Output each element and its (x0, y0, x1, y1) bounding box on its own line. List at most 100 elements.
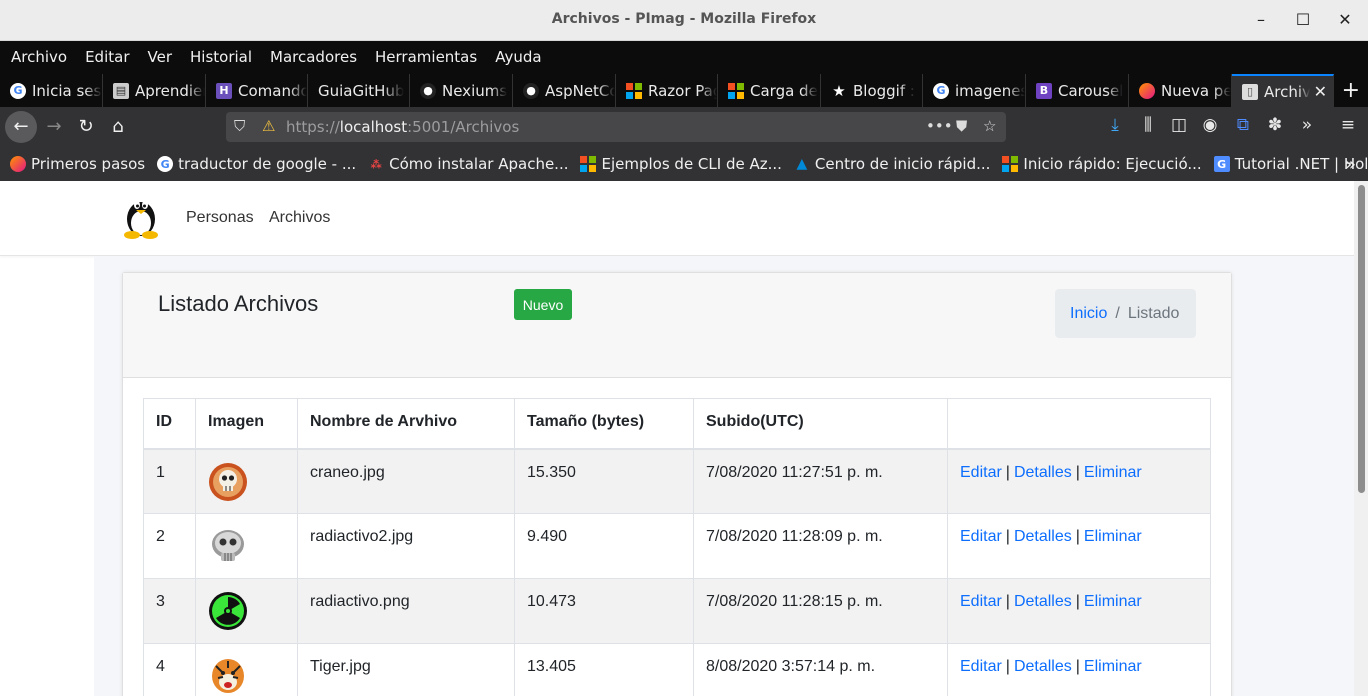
bookmark-apache[interactable]: ⁂ Cómo instalar Apache... (368, 155, 569, 173)
col-header-actions (947, 398, 1211, 450)
details-link[interactable]: Detalles (1014, 464, 1072, 481)
site-navbar: Personas Archivos (0, 181, 1354, 256)
forward-icon[interactable]: → (38, 111, 70, 143)
menu-herramientas[interactable]: Herramientas (366, 41, 486, 74)
edit-link[interactable]: Editar (960, 528, 1002, 545)
close-window-icon[interactable]: ✕ (1333, 8, 1357, 32)
google-icon: G (157, 156, 174, 172)
col-header-size: Tamaño (bytes) (514, 398, 694, 450)
bookmark-inicio-rapido[interactable]: Inicio rápido: Ejecució... (1002, 155, 1202, 173)
menu-editar[interactable]: Editar (76, 41, 138, 74)
extension-icon[interactable]: ✽ (1263, 115, 1287, 135)
hamburger-menu-icon[interactable]: ≡ (1336, 115, 1360, 135)
edit-link[interactable]: Editar (960, 658, 1002, 675)
tux-logo-icon[interactable] (120, 193, 162, 239)
account-icon[interactable]: ◉ (1198, 115, 1222, 135)
firefox-icon (1139, 82, 1155, 99)
gray-skull-thumbnail-icon[interactable] (208, 526, 248, 566)
close-tab-icon[interactable]: ✕ (1314, 82, 1327, 101)
tab-razor-pages[interactable]: Razor Pages (616, 74, 718, 107)
tab-bloggif[interactable]: ★ Bloggif : (821, 74, 923, 107)
action-separator: | (1005, 658, 1010, 675)
url-text[interactable]: https://localhost:5001/Archivos (286, 118, 519, 136)
url-prefix: https:// (286, 118, 340, 136)
details-link[interactable]: Detalles (1014, 593, 1072, 610)
nav-link-archivos[interactable]: Archivos (269, 209, 330, 227)
tab-aprendiendo[interactable]: ▤ Aprendiendo (103, 74, 206, 107)
tab-carga-de[interactable]: Carga de (718, 74, 821, 107)
cell-size: 9.490 (514, 513, 694, 579)
shield-icon[interactable]: ⛉ (234, 117, 245, 135)
scrollbar-thumb[interactable] (1358, 185, 1365, 493)
library-icon[interactable]: ⫼ (1136, 115, 1160, 135)
menu-marcadores[interactable]: Marcadores (261, 41, 366, 74)
address-bar[interactable]: ⛉ ⚠ https://localhost:5001/Archivos ••• … (226, 112, 1006, 142)
radioactive-thumbnail-icon[interactable] (208, 591, 248, 631)
tab-aspnetcore[interactable]: ● AspNetCore (513, 74, 616, 107)
bookmark-cli-az[interactable]: Ejemplos de CLI de Az... (580, 155, 782, 173)
pocket-icon[interactable]: ⛊ (956, 117, 967, 135)
book-icon: ▤ (113, 82, 129, 99)
menu-ver[interactable]: Ver (139, 41, 182, 74)
tab-imagenes[interactable]: G imagenes (923, 74, 1026, 107)
microsoft-icon (728, 82, 744, 99)
bookmark-star-icon[interactable]: ☆ (983, 117, 996, 135)
col-header-name: Nombre de Arvhivo (297, 398, 515, 450)
col-header-image: Imagen (195, 398, 298, 450)
delete-link[interactable]: Eliminar (1084, 464, 1142, 481)
reload-icon[interactable]: ↻ (70, 111, 102, 143)
details-link[interactable]: Detalles (1014, 658, 1072, 675)
overflow-icon[interactable]: » (1295, 115, 1319, 135)
page-scrollbar[interactable] (1354, 181, 1368, 696)
window-title: Archivos - PImag - Mozilla Firefox (551, 11, 817, 27)
cell-image (195, 513, 298, 579)
page-content: Personas Archivos Listado Archivos Nuevo… (0, 181, 1354, 696)
delete-link[interactable]: Eliminar (1084, 593, 1142, 610)
action-separator: | (1005, 528, 1010, 545)
edit-link[interactable]: Editar (960, 593, 1002, 610)
cell-size: 10.473 (514, 578, 694, 644)
maximize-icon[interactable]: ☐ (1291, 8, 1315, 32)
menu-archivo[interactable]: Archivo (2, 41, 76, 74)
breadcrumb-home-link[interactable]: Inicio (1070, 305, 1107, 323)
download-icon[interactable]: ⤓ (1103, 115, 1127, 135)
tab-guiagithub[interactable]: GuiaGitHub (308, 74, 410, 107)
delete-link[interactable]: Eliminar (1084, 658, 1142, 675)
cell-id: 1 (143, 448, 196, 514)
details-link[interactable]: Detalles (1014, 528, 1072, 545)
tab-nexiums[interactable]: ● Nexiums (410, 74, 513, 107)
tab-archivos[interactable]: ▯ Archivos ✕ (1232, 74, 1334, 107)
new-file-button[interactable]: Nuevo (514, 289, 572, 320)
action-separator: | (1075, 593, 1080, 610)
back-icon[interactable]: ← (5, 111, 37, 143)
tab-comandos[interactable]: H Comandos (206, 74, 308, 107)
bookmark-traductor[interactable]: G traductor de google - ... (157, 155, 356, 173)
cell-uploaded: 7/08/2020 11:28:15 p. m. (693, 578, 948, 644)
menu-ayuda[interactable]: Ayuda (486, 41, 550, 74)
tab-bar: G Inicia sesión ▤ Aprendiendo H Comandos… (0, 74, 1368, 107)
bookmark-primeros-pasos[interactable]: Primeros pasos (10, 155, 145, 173)
minimize-icon[interactable]: – (1249, 8, 1273, 32)
bookmarks-overflow-icon[interactable]: » (1345, 154, 1356, 175)
edit-link[interactable]: Editar (960, 464, 1002, 481)
tab-nueva-pestana[interactable]: Nueva pestaña (1129, 74, 1232, 107)
translate-icon[interactable]: ⧉ (1231, 115, 1255, 135)
tab-carousel[interactable]: B Carousel (1026, 74, 1129, 107)
skull-thumbnail-icon[interactable] (208, 462, 248, 502)
page-actions-icon[interactable]: ••• (926, 117, 953, 135)
tiger-thumbnail-icon[interactable] (208, 656, 248, 696)
page-icon: ▯ (1242, 83, 1258, 100)
tab-inicia-sesion[interactable]: G Inicia sesión (0, 74, 103, 107)
nav-link-personas[interactable]: Personas (186, 209, 254, 227)
bookmarks-bar: Primeros pasos G traductor de google - .… (0, 147, 1368, 181)
lock-warning-icon[interactable]: ⚠ (262, 117, 275, 135)
home-icon[interactable]: ⌂ (102, 111, 134, 143)
sidebar-icon[interactable]: ◫ (1167, 115, 1191, 135)
new-tab-icon[interactable]: + (1342, 78, 1360, 103)
bookmark-centro-inicio[interactable]: ▲ Centro de inicio rápid... (794, 155, 991, 173)
menu-historial[interactable]: Historial (181, 41, 261, 74)
microsoft-icon (1002, 156, 1019, 172)
cell-actions: Editar | Detalles | Eliminar (947, 643, 1211, 696)
tab-label: Comandos (238, 81, 307, 100)
delete-link[interactable]: Eliminar (1084, 528, 1142, 545)
